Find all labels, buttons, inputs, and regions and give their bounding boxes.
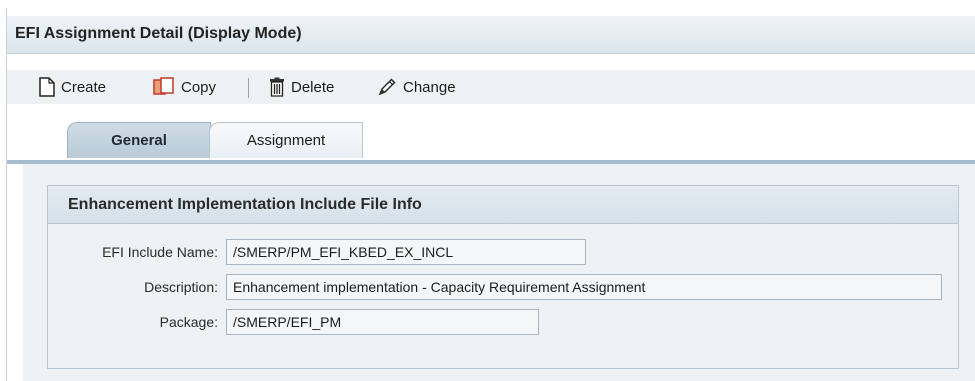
- create-button[interactable]: Create: [39, 76, 106, 98]
- change-label: Change: [403, 78, 456, 96]
- copy-button[interactable]: Copy: [153, 76, 216, 98]
- toolbar: Create Copy Delete Change: [7, 70, 975, 104]
- delete-button[interactable]: Delete: [269, 76, 334, 98]
- toolbar-separator: [248, 78, 249, 98]
- tab-content-general: Enhancement Implementation Include File …: [23, 164, 975, 381]
- description-field[interactable]: Enhancement implementation - Capacity Re…: [226, 274, 942, 300]
- document-icon: [39, 77, 55, 97]
- tab-assignment-label: Assignment: [246, 132, 326, 149]
- include-name-field[interactable]: /SMERP/PM_EFI_KBED_EX_INCL: [226, 239, 586, 265]
- group-header: Enhancement Implementation Include File …: [48, 186, 958, 224]
- package-field[interactable]: /SMERP/EFI_PM: [226, 309, 539, 335]
- description-label: Description:: [144, 279, 218, 295]
- tab-strip: General Assignment: [23, 122, 975, 160]
- create-label: Create: [61, 78, 107, 96]
- copy-label: Copy: [181, 78, 217, 96]
- trash-icon: [270, 77, 284, 97]
- copy-icon: [153, 77, 174, 95]
- pencil-icon: [378, 78, 396, 96]
- include-name-label: EFI Include Name:: [102, 244, 218, 260]
- package-label: Package:: [159, 314, 218, 330]
- title-bar: EFI Assignment Detail (Display Mode): [7, 16, 975, 54]
- include-file-info-group: Enhancement Implementation Include File …: [47, 185, 959, 369]
- group-title: Enhancement Implementation Include File …: [68, 196, 422, 213]
- tab-general-label: General: [111, 132, 167, 149]
- efi-assignment-window: EFI Assignment Detail (Display Mode) Cre…: [6, 8, 975, 381]
- tab-assignment[interactable]: Assignment: [209, 122, 363, 158]
- tab-general[interactable]: General: [67, 122, 211, 158]
- change-button[interactable]: Change: [377, 76, 456, 98]
- window-title: EFI Assignment Detail (Display Mode): [15, 25, 302, 42]
- delete-label: Delete: [291, 78, 335, 96]
